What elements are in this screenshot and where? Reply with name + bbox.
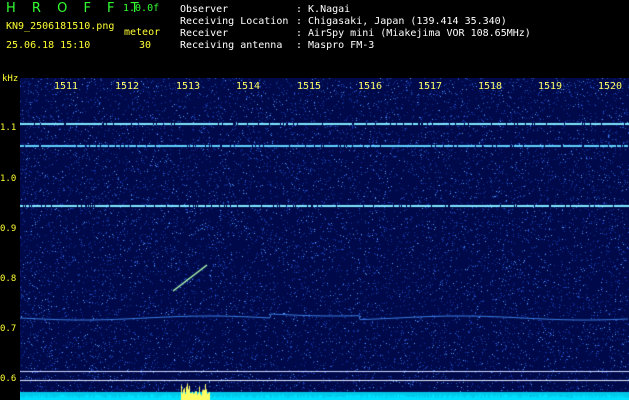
observer-label: Observer	[180, 4, 229, 15]
y-tick-label: 0.7	[0, 324, 17, 334]
time-tick-label: 1518	[478, 81, 503, 92]
antenna-value: : Maspro FM-3	[296, 40, 375, 51]
filename-label: KN9_2506181510.png	[6, 21, 115, 32]
time-tick-label: 1511	[54, 81, 79, 92]
time-tick-label: 1517	[418, 81, 443, 92]
spectrogram-canvas[interactable]	[20, 78, 629, 400]
mode-value: 30	[139, 40, 152, 51]
time-tick-label: 1519	[538, 81, 563, 92]
version-label: 1.0.0f	[123, 3, 160, 14]
location-label: Receiving Location	[180, 16, 289, 27]
y-tick-label: 1.0	[0, 174, 17, 184]
y-tick-label: 1.1	[0, 123, 17, 133]
spectrogram-plot[interactable]: 1511 1512 1513 1514 1515 1516 1517 1518 …	[20, 78, 629, 400]
time-tick-label: 1513	[176, 81, 201, 92]
time-tick-label: 1514	[236, 81, 261, 92]
observer-value: : K.Nagai	[296, 4, 351, 15]
y-tick-label: 0.9	[0, 224, 17, 234]
antenna-label: Receiving antenna	[180, 40, 283, 51]
y-tick-label: 0.6	[0, 374, 17, 384]
time-tick-label: 1520	[598, 81, 623, 92]
receiver-label: Receiver	[180, 28, 229, 39]
location-value: : Chigasaki, Japan (139.414 35.340)	[296, 16, 507, 27]
mode-label: meteor	[124, 27, 161, 38]
y-tick-label: 0.8	[0, 274, 17, 284]
datetime-label: 25.06.18 15:10	[6, 40, 91, 51]
time-tick-label: 1515	[297, 81, 322, 92]
y-axis-unit: kHz	[2, 74, 19, 84]
header-panel: H R O F F T 1.0.0f KN9_2506181510.png me…	[0, 0, 629, 76]
time-tick-label: 1516	[358, 81, 383, 92]
receiver-value: : AirSpy mini (Miakejima VOR 108.65MHz)	[296, 28, 531, 39]
time-tick-label: 1512	[115, 81, 140, 92]
